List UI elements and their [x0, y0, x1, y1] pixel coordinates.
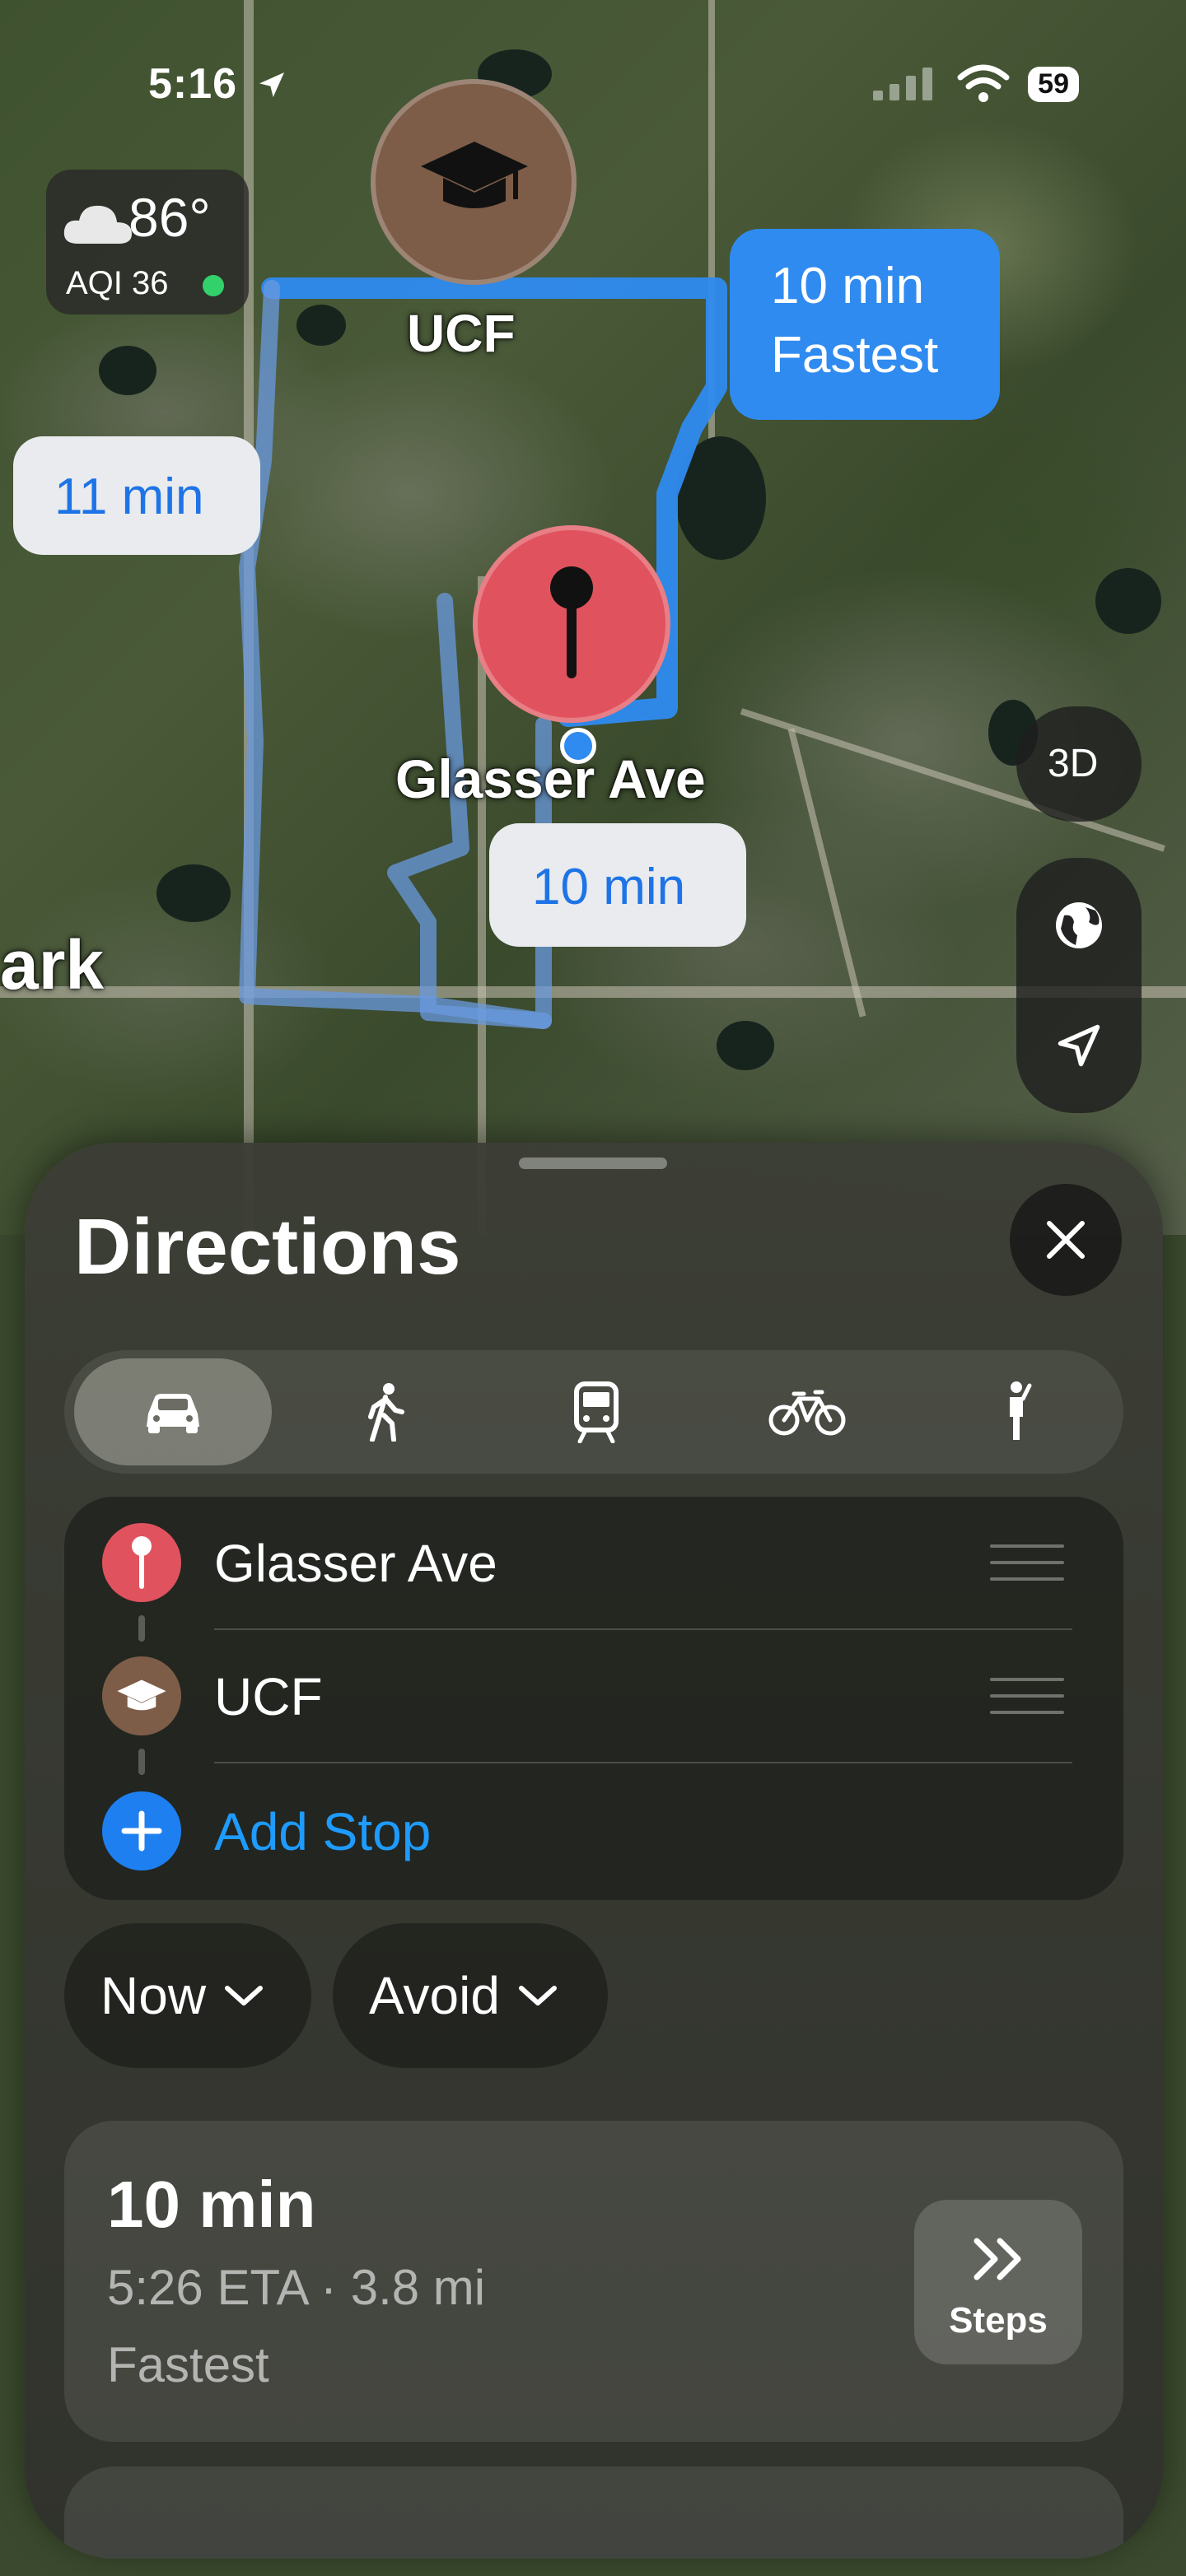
map-label-glasser-ave: Glasser Ave: [395, 748, 706, 809]
cloud-icon: [63, 205, 132, 244]
route-tag: Fastest: [107, 2337, 269, 2392]
map-label-ucf: UCF: [407, 304, 516, 363]
departure-time-dropdown[interactable]: Now: [64, 1923, 311, 2068]
stop-row-origin[interactable]: Glasser Ave: [64, 1497, 1123, 1628]
reorder-handle-icon[interactable]: [990, 1544, 1064, 1581]
aqi-status-dot: [203, 275, 224, 296]
route-option-card-secondary[interactable]: [64, 2467, 1123, 2559]
mode-drive[interactable]: [74, 1358, 272, 1465]
steps-button[interactable]: Steps: [914, 2200, 1082, 2364]
route-callout-fastest[interactable]: 10 min Fastest: [730, 229, 1000, 420]
stop-origin-label: Glasser Ave: [214, 1534, 497, 1593]
air-quality-index: AQI 36: [66, 265, 169, 301]
stop-destination-label: UCF: [214, 1667, 323, 1726]
plus-icon: [121, 1810, 162, 1852]
destination-pin[interactable]: [473, 525, 670, 723]
walk-icon: [368, 1383, 404, 1442]
add-stop-label: Add Stop: [214, 1802, 432, 1861]
temperature: 86°: [128, 187, 211, 248]
route-option-card[interactable]: 10 min 5:26 ETA · 3.8 mi Fastest Steps: [64, 2121, 1123, 2442]
map-view[interactable]: 5:16 59 86° AQI 36 UCF Glasser Ave ark 1…: [0, 0, 1186, 1235]
route-callout-left[interactable]: 11 min: [13, 436, 260, 555]
close-icon: [1047, 1221, 1085, 1259]
weather-widget[interactable]: 86° AQI 36: [46, 170, 249, 314]
chevron-down-icon: [225, 1986, 264, 2005]
ride-hail-icon: [1010, 1381, 1032, 1440]
wifi-icon: [957, 64, 1010, 102]
graduation-cap-icon: [117, 1679, 166, 1711]
add-stop-button[interactable]: Add Stop: [64, 1765, 1123, 1897]
status-time: 5:16: [148, 59, 288, 109]
sheet-grabber[interactable]: [519, 1158, 667, 1169]
battery-indicator: 59: [1028, 66, 1079, 102]
map-label-edge: ark: [0, 926, 105, 1004]
route-callout-lower[interactable]: 10 min: [489, 823, 746, 947]
route-eta-distance: 5:26 ETA · 3.8 mi: [107, 2260, 486, 2315]
divider: [214, 1762, 1072, 1763]
globe-icon[interactable]: [1053, 899, 1105, 952]
ucf-marker[interactable]: [371, 79, 577, 285]
reorder-handle-icon[interactable]: [990, 1678, 1064, 1714]
mode-cycle[interactable]: [708, 1358, 906, 1465]
chevron-down-icon: [518, 1986, 557, 2005]
avoid-dropdown[interactable]: Avoid: [333, 1923, 608, 2068]
3d-toggle-button[interactable]: 3D: [1016, 706, 1142, 822]
mode-walk[interactable]: [287, 1358, 484, 1465]
current-location-icon[interactable]: [1054, 1021, 1104, 1070]
stop-destination-badge: [102, 1656, 181, 1735]
pin-icon: [132, 1536, 152, 1589]
car-icon: [147, 1394, 199, 1433]
route-stops-card: Glasser Ave UCF Add Stop: [64, 1497, 1123, 1900]
mode-transit[interactable]: [497, 1358, 695, 1465]
close-button[interactable]: [1010, 1184, 1122, 1296]
add-stop-badge: [102, 1791, 181, 1870]
bicycle-icon: [768, 1390, 846, 1436]
graduation-cap-icon: [421, 142, 528, 208]
page-title: Directions: [74, 1203, 461, 1291]
mode-ride[interactable]: [918, 1358, 1115, 1465]
map-controls-group: [1016, 858, 1142, 1113]
route-duration: 10 min: [107, 2168, 316, 2241]
directions-sheet: Directions Glasser Ave UCF Add Stop Now …: [25, 1143, 1163, 2559]
cellular-signal-icon: [873, 68, 933, 100]
train-icon: [574, 1381, 619, 1443]
stop-origin-badge: [102, 1523, 181, 1602]
transport-mode-selector: [64, 1350, 1123, 1474]
pin-icon: [550, 566, 593, 678]
stop-row-destination[interactable]: UCF: [64, 1630, 1123, 1762]
location-arrow-icon: [259, 72, 284, 97]
double-chevron-right-icon: [974, 2238, 1021, 2280]
